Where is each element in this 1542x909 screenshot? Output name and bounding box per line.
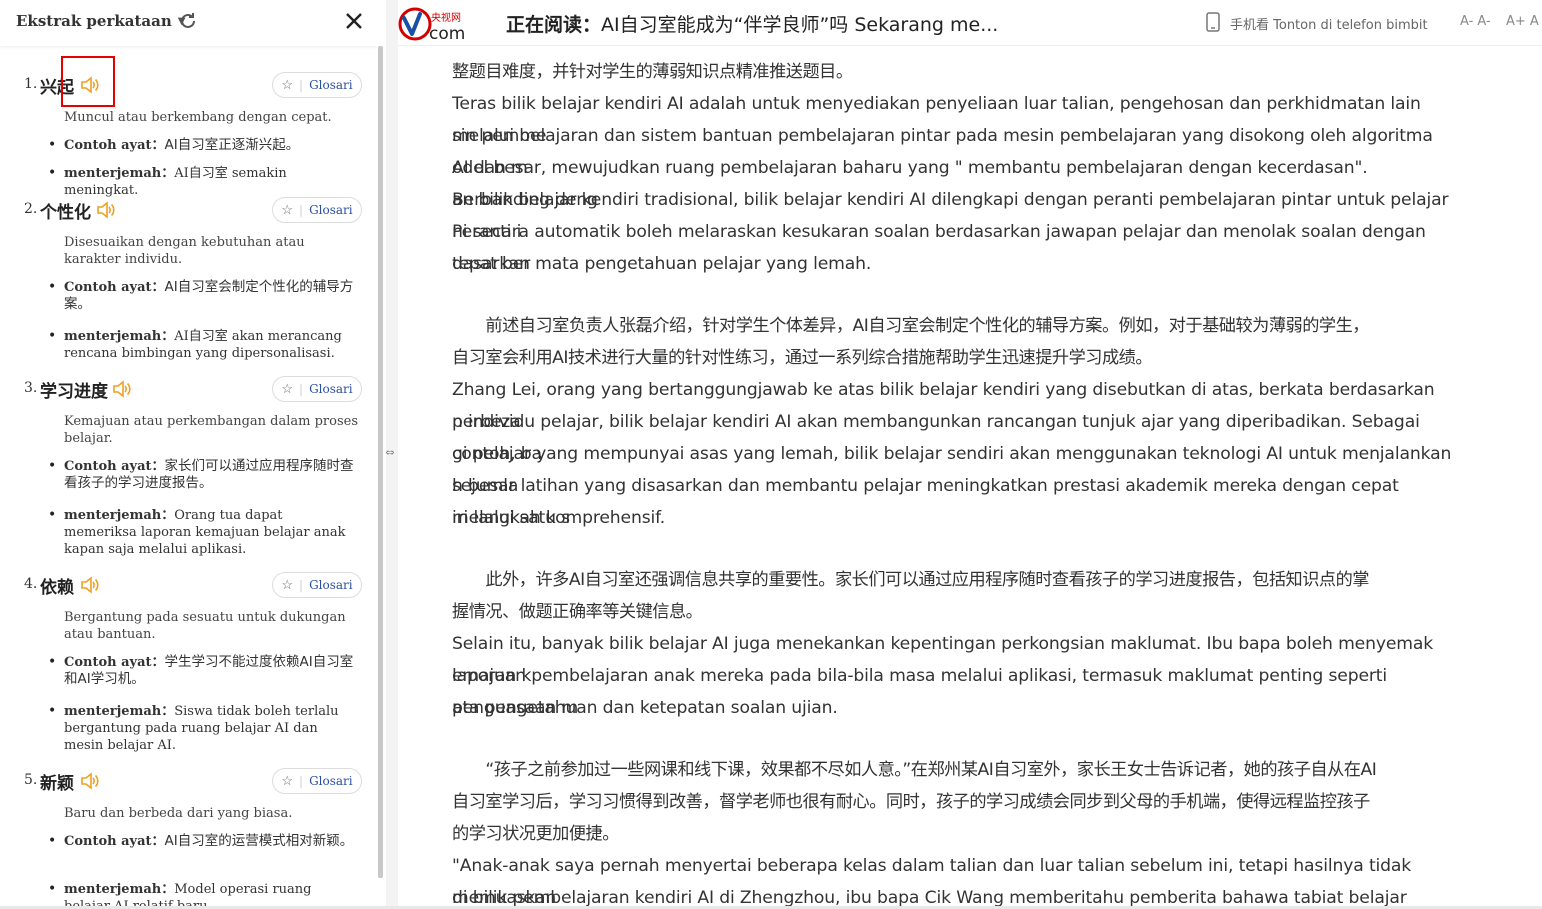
article-line: 的学习状况更加便捷。: [452, 824, 619, 844]
entry-example: Contoh ayat：学生学习不能过度依赖AI自习室和AI学习机。: [48, 654, 359, 688]
article-line: 前述自习室负责人张磊介绍，针对学生个体差异，AI自习室会制定个性化的辅导方案。例…: [452, 316, 1369, 336]
entry-definition: Bergantung pada sesuatu untuk dukungan a…: [64, 610, 346, 642]
extract-dropdown[interactable]: Ekstrak perkataan ▼: [16, 12, 185, 30]
example-label: Contoh ayat: [64, 459, 152, 474]
word-entry: 2. 个性化 ☆ | Glosari Disesuaikan dengan kebu…: [0, 195, 378, 361]
translator-label: menterjemah: [64, 508, 162, 523]
star-icon: ☆: [281, 381, 294, 397]
entry-definition: Baru dan berbeda dari yang biasa.: [64, 806, 293, 821]
entry-word: 个性化: [40, 203, 91, 223]
entry-number: 3.: [24, 380, 38, 396]
article-line: 握情况、做题正确率等关键信息。: [452, 602, 703, 622]
entry-translation: menterjemah：Orang tua dapat memeriksa la…: [48, 507, 359, 558]
word-entry: 4. 依赖 ☆ | Glosari Bergantung pada sesuatu …: [0, 570, 378, 753]
star-icon: ☆: [281, 202, 294, 218]
speaker-icon[interactable]: [80, 772, 100, 790]
entry-definition: Muncul atau berkembang dengan cepat.: [64, 110, 332, 125]
star-icon: ☆: [281, 77, 294, 93]
refresh-icon[interactable]: [178, 11, 198, 31]
entry-translation: menterjemah：Model operasi ruang belajar …: [48, 881, 359, 909]
entry-translation: menterjemah：AI自习室 semakin meningkat.: [48, 165, 359, 199]
font-larger-button[interactable]: A+ A: [1506, 14, 1539, 29]
entry-word: 新颖: [40, 774, 74, 794]
example-label: Contoh ayat: [64, 655, 152, 670]
star-icon: ☆: [281, 577, 294, 593]
article-line: 此外，许多AI自习室还强调信息共享的重要性。家长们可以通过应用程序随时查看孩子的…: [452, 570, 1369, 590]
entry-word: 依赖: [40, 578, 74, 598]
reading-label: 正在阅读：: [506, 14, 602, 36]
glosari-button[interactable]: ☆ | Glosari: [272, 72, 362, 98]
glosari-button[interactable]: ☆ | Glosari: [272, 197, 362, 223]
reader-topbar: 央视网 com 正在阅读：AI自习室能成为“伴学良师”吗 Sekarang me…: [398, 0, 1542, 46]
word-extract-sidebar: Ekstrak perkataan ▼ 1. 兴起 ☆ | Glosari Munc…: [0, 0, 378, 909]
glosari-label: Glosari: [309, 203, 353, 217]
entry-definition: Disesuaikan dengan kebutuhan atau karakt…: [64, 235, 305, 267]
example-label: Contoh ayat: [64, 280, 152, 295]
article-line: di bilik pembelajaran kendiri AI di Zhen…: [452, 888, 1407, 908]
article-line: 自习室会利用AI技术进行大量的针对性练习，通过一系列综合措施帮助学生迅速提升学习…: [452, 348, 1153, 368]
entry-example: Contoh ayat：AI自习室的运营模式相对新颖。: [48, 833, 359, 850]
speaker-icon[interactable]: [80, 576, 100, 594]
close-icon[interactable]: [344, 11, 364, 31]
reading-title-text: AI自习室能成为“伴学良师”吗 Sekarang me...: [601, 14, 999, 36]
example-label: Contoh ayat: [64, 138, 152, 153]
translator-label: menterjemah: [64, 166, 162, 181]
glosari-button[interactable]: ☆ | Glosari: [272, 768, 362, 794]
article-line: iri langkah komprehensif.: [452, 508, 666, 528]
translator-label: menterjemah: [64, 329, 162, 344]
example-text: AI自习室的运营模式相对新颖。: [164, 833, 354, 849]
entry-example: Contoh ayat：AI自习室正逐渐兴起。: [48, 137, 359, 154]
logo-com: com: [429, 24, 465, 42]
resize-handle-icon[interactable]: ⇔: [384, 446, 396, 460]
entry-example: Contoh ayat：AI自习室会制定个性化的辅导方案。: [48, 279, 359, 313]
example-label: Contoh ayat: [64, 834, 152, 849]
cctv-logo[interactable]: 央视网 com: [398, 6, 472, 42]
reading-title: 正在阅读：AI自习室能成为“伴学良师”吗 Sekarang me...: [506, 10, 998, 37]
entry-number: 5.: [24, 772, 38, 788]
entry-word: 学习进度: [40, 382, 108, 402]
article-line: ata pengetahuan dan ketepatan soalan uji…: [452, 698, 838, 718]
highlight-box: [61, 56, 115, 107]
entry-translation: menterjemah：AI自习室 akan merancang rencana…: [48, 328, 359, 362]
glosari-label: Glosari: [309, 78, 353, 92]
sidebar-scrollbar[interactable]: [378, 46, 383, 878]
entry-number: 4.: [24, 576, 38, 592]
translator-label: menterjemah: [64, 882, 162, 897]
word-entry: 3. 学习进度 ☆ | Glosari Kemajuan atau perkemba…: [0, 374, 378, 557]
glosari-label: Glosari: [309, 578, 353, 592]
sidebar-title: Ekstrak perkataan: [16, 12, 172, 30]
phone-icon[interactable]: [1206, 12, 1220, 32]
translator-label: menterjemah: [64, 704, 162, 719]
speaker-icon[interactable]: [96, 201, 116, 219]
entry-example: Contoh ayat：家长们可以通过应用程序随时查看孩子的学习进度报告。: [48, 458, 359, 492]
entry-number: 2.: [24, 201, 38, 217]
article-line: “孩子之前参加过一些网课和线下课，效果都不尽如人意。”在郑州某AI自习室外，家长…: [452, 760, 1377, 780]
sidebar-header: Ekstrak perkataan ▼: [0, 0, 378, 46]
article-line: dasarkan mata pengetahuan pelajar yang l…: [452, 254, 872, 274]
entry-translation: menterjemah：Siswa tidak boleh terlalu be…: [48, 703, 359, 754]
phone-view-link[interactable]: 手机看 Tonton di telefon bimbit: [1230, 14, 1428, 33]
entry-definition: Kemajuan atau perkembangan dalam proses …: [64, 414, 359, 446]
article-line: 整题目难度，并针对学生的薄弱知识点精准推送题目。: [452, 62, 853, 82]
glosari-button[interactable]: ☆ | Glosari: [272, 572, 362, 598]
speaker-icon[interactable]: [112, 380, 132, 398]
word-entry: 5. 新颖 ☆ | Glosari Baru dan berbeda dari ya…: [0, 766, 378, 909]
example-text: AI自习室正逐渐兴起。: [164, 137, 300, 153]
star-icon: ☆: [281, 773, 294, 789]
glosari-label: Glosari: [309, 382, 353, 396]
glosari-label: Glosari: [309, 774, 353, 788]
glosari-button[interactable]: ☆ | Glosari: [272, 376, 362, 402]
entry-number: 1.: [24, 76, 38, 92]
font-smaller-button[interactable]: A- A-: [1460, 14, 1491, 29]
logo-cn: 央视网: [431, 11, 461, 24]
article-line: 自习室学习后，学习习惯得到改善，督学老师也很有耐心。同时，孩子的学习成绩会同步到…: [452, 792, 1370, 812]
article-body: 整题目难度，并针对学生的薄弱知识点精准推送题目。 Teras bilik bel…: [452, 26, 1452, 909]
word-entry: 1. 兴起 ☆ | Glosari Muncul atau berkembang d…: [0, 70, 378, 198]
